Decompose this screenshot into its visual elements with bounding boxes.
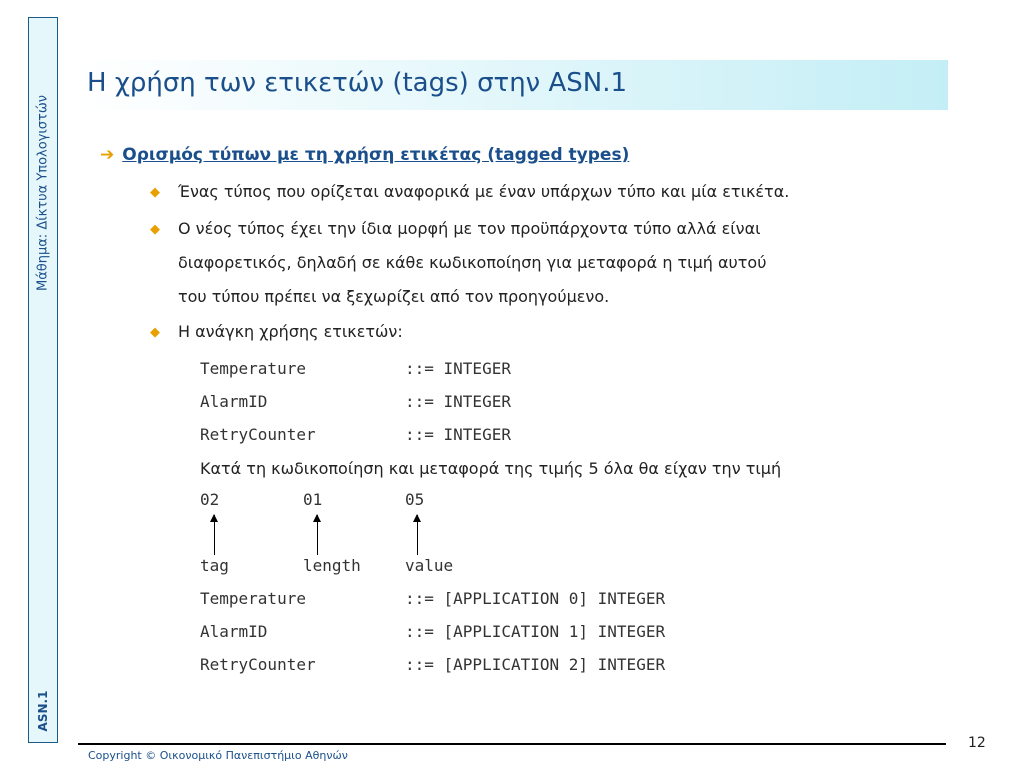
byte-label: value xyxy=(405,556,454,575)
copyright-text: Copyright © Οικονομικό Πανεπιστήμιο Αθην… xyxy=(88,749,348,762)
diamond-bullet-icon: ◆ xyxy=(150,325,160,340)
section-heading: ➔ Ορισμός τύπων με τη χρήση ετικέτας (tag… xyxy=(100,145,629,165)
code-type-name: RetryCounter xyxy=(200,425,316,444)
section-heading-text: Ορισμός τύπων με τη χρήση ετικέτας (tagg… xyxy=(122,145,630,165)
encoding-note: Κατά τη κωδικοποίηση και μεταφορά της τι… xyxy=(200,459,782,478)
code-type-def: ::= INTEGER xyxy=(405,392,511,411)
code-type-name: RetryCounter xyxy=(200,655,316,674)
diamond-bullet-icon: ◆ xyxy=(150,222,160,237)
arrow-right-icon: ➔ xyxy=(100,145,115,165)
code-type-name: Temperature xyxy=(200,589,306,608)
byte-label: length xyxy=(303,556,361,575)
code-type-def: ::= [APPLICATION 1] INTEGER xyxy=(405,622,666,641)
diamond-bullet-icon: ◆ xyxy=(150,185,160,200)
arrow-up-icon xyxy=(210,514,218,555)
bullet-text: Η ανάγκη χρήσης ετικετών: xyxy=(178,322,403,341)
bullet-text: Ο νέος τύπος έχει την ίδια μορφή με τον … xyxy=(178,219,761,238)
code-type-name: AlarmID xyxy=(200,622,268,641)
byte-value: 02 xyxy=(200,490,220,509)
bullet-text-continued: του τύπου πρέπει να ξεχωρίζει από τον πρ… xyxy=(178,287,610,306)
byte-label: tag xyxy=(200,556,229,575)
topic-label: ASN.1 xyxy=(36,690,50,732)
sidebar-bar: Μάθημα: Δίκτυα Υπολογιστών ASN.1 xyxy=(28,17,58,743)
footer-divider xyxy=(78,743,946,745)
arrow-up-icon xyxy=(413,514,421,555)
title-bar: Η χρήση των ετικετών (tags) στην ASN.1 xyxy=(77,60,948,110)
page-title: Η χρήση των ετικετών (tags) στην ASN.1 xyxy=(87,68,628,98)
arrow-up-icon xyxy=(313,514,321,555)
code-type-def: ::= [APPLICATION 2] INTEGER xyxy=(405,655,666,674)
course-label: Μάθημα: Δίκτυα Υπολογιστών xyxy=(35,94,51,292)
code-type-def: ::= [APPLICATION 0] INTEGER xyxy=(405,589,666,608)
code-type-def: ::= INTEGER xyxy=(405,359,511,378)
byte-value: 01 xyxy=(303,490,323,509)
bullet-text: Ένας τύπος που ορίζεται αναφορικά με ένα… xyxy=(178,182,790,201)
code-type-name: AlarmID xyxy=(200,392,268,411)
byte-value: 05 xyxy=(405,490,425,509)
bullet-text-continued: διαφορετικός, δηλαδή σε κάθε κωδικοποίησ… xyxy=(178,253,767,272)
page-number: 12 xyxy=(968,735,986,751)
code-type-name: Temperature xyxy=(200,359,306,378)
code-type-def: ::= INTEGER xyxy=(405,425,511,444)
